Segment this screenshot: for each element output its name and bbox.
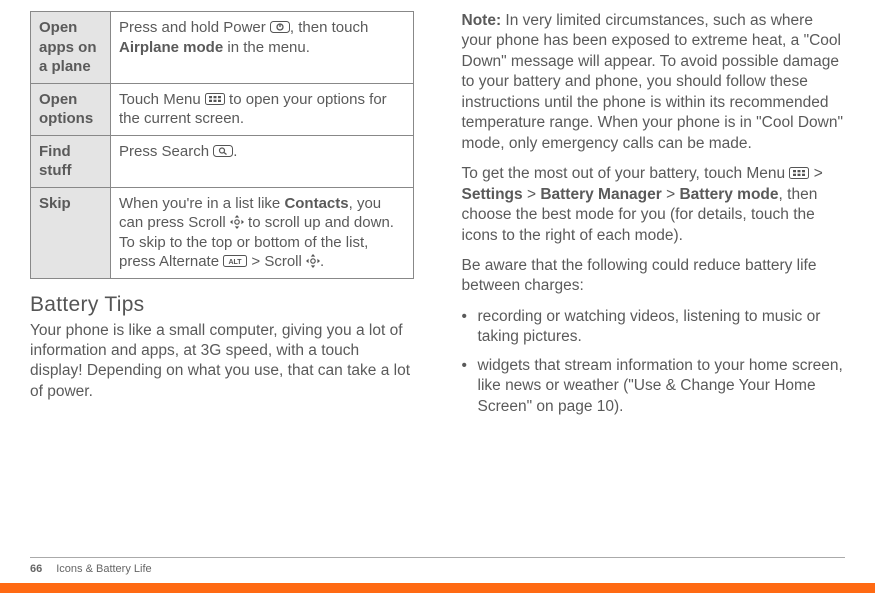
row-desc: Press Search . [111, 135, 414, 187]
list-item: recording or watching videos, listening … [462, 307, 846, 348]
page-number: 66 [30, 563, 42, 575]
body-paragraph: To get the most out of your battery, tou… [462, 164, 846, 246]
table-row: Find stuff Press Search . [31, 135, 414, 187]
scroll-icon [230, 215, 244, 229]
row-desc: When you're in a list like Contacts, you… [111, 187, 414, 278]
row-label: Open apps on a plane [31, 12, 111, 84]
scroll-icon [306, 254, 320, 268]
table-row: Open apps on a plane Press and hold Powe… [31, 12, 414, 84]
row-label: Find stuff [31, 135, 111, 187]
row-label: Skip [31, 187, 111, 278]
body-paragraph: Your phone is like a small computer, giv… [30, 321, 414, 403]
footer-divider [30, 557, 845, 558]
list-item: widgets that stream information to your … [462, 356, 846, 417]
page-footer: 66 Icons & Battery Life [0, 557, 875, 593]
bullet-list: recording or watching videos, listening … [462, 307, 846, 417]
left-column: Open apps on a plane Press and hold Powe… [30, 11, 414, 425]
note-paragraph: Note: In very limited circumstances, suc… [462, 11, 846, 154]
section-heading: Battery Tips [30, 293, 414, 317]
power-icon [270, 21, 290, 33]
menu-icon [789, 167, 809, 179]
footer-text: 66 Icons & Battery Life [30, 563, 152, 575]
right-column: Note: In very limited circumstances, suc… [462, 11, 846, 425]
body-paragraph: Be aware that the following could reduce… [462, 256, 846, 297]
menu-icon [205, 93, 225, 105]
row-desc: Touch Menu to open your options for the … [111, 83, 414, 135]
row-label: Open options [31, 83, 111, 135]
table-row: Skip When you're in a list like Contacts… [31, 187, 414, 278]
footer-section: Icons & Battery Life [56, 563, 151, 575]
search-icon [213, 145, 233, 157]
note-label: Note: [462, 12, 502, 29]
row-desc: Press and hold Power , then touch Airpla… [111, 12, 414, 84]
tips-table: Open apps on a plane Press and hold Powe… [30, 11, 414, 279]
alt-icon [223, 255, 247, 267]
table-row: Open options Touch Menu to open your opt… [31, 83, 414, 135]
footer-accent-bar [0, 583, 875, 593]
